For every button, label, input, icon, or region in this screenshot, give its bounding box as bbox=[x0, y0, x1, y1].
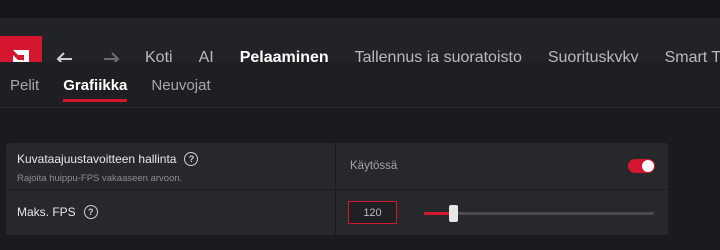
subtab-neuvojat[interactable]: Neuvojat bbox=[151, 62, 210, 108]
setting-label-cell: Kuvataajuustavoitteen hallinta ? Rajoita… bbox=[6, 143, 336, 189]
question-circle-icon[interactable]: ? bbox=[184, 152, 199, 166]
setting-label-cell: Maks. FPS ? bbox=[6, 191, 336, 235]
setting-title: Maks. FPS ? bbox=[17, 205, 98, 219]
setting-title: Kuvataajuustavoitteen hallinta ? bbox=[17, 152, 199, 166]
sub-navigation-bar: Pelit Grafiikka Neuvojat bbox=[0, 62, 720, 108]
subtab-grafiikka[interactable]: Grafiikka bbox=[63, 62, 128, 108]
subtab-pelit[interactable]: Pelit bbox=[10, 62, 39, 108]
question-circle-icon[interactable]: ? bbox=[83, 205, 98, 219]
toggle-status-text: Käytössä bbox=[350, 160, 398, 172]
setting-title-text: Kuvataajuustavoitteen hallinta bbox=[17, 152, 177, 166]
setting-description: Rajoita huippu-FPS vakaaseen arvoon. bbox=[17, 173, 183, 184]
sub-tabs: Pelit Grafiikka Neuvojat bbox=[10, 62, 235, 108]
setting-control-cell: Käytössä bbox=[336, 143, 668, 189]
top-navigation-bar: Koti AI Pelaaminen Tallennus ja suoratoi… bbox=[0, 0, 720, 80]
frame-rate-target-toggle[interactable] bbox=[628, 159, 655, 173]
setting-control-cell: 120 bbox=[336, 191, 668, 235]
settings-card: Kuvataajuustavoitteen hallinta ? Rajoita… bbox=[6, 143, 668, 235]
setting-row-max-fps: Maks. FPS ? 120 bbox=[6, 191, 668, 235]
toggle-knob bbox=[642, 160, 654, 172]
max-fps-slider-track[interactable] bbox=[424, 212, 654, 215]
setting-title-text: Maks. FPS bbox=[17, 205, 76, 219]
setting-row-frame-rate-target: Kuvataajuustavoitteen hallinta ? Rajoita… bbox=[6, 143, 668, 190]
max-fps-input[interactable]: 120 bbox=[348, 201, 397, 224]
max-fps-slider-thumb[interactable] bbox=[449, 205, 459, 222]
